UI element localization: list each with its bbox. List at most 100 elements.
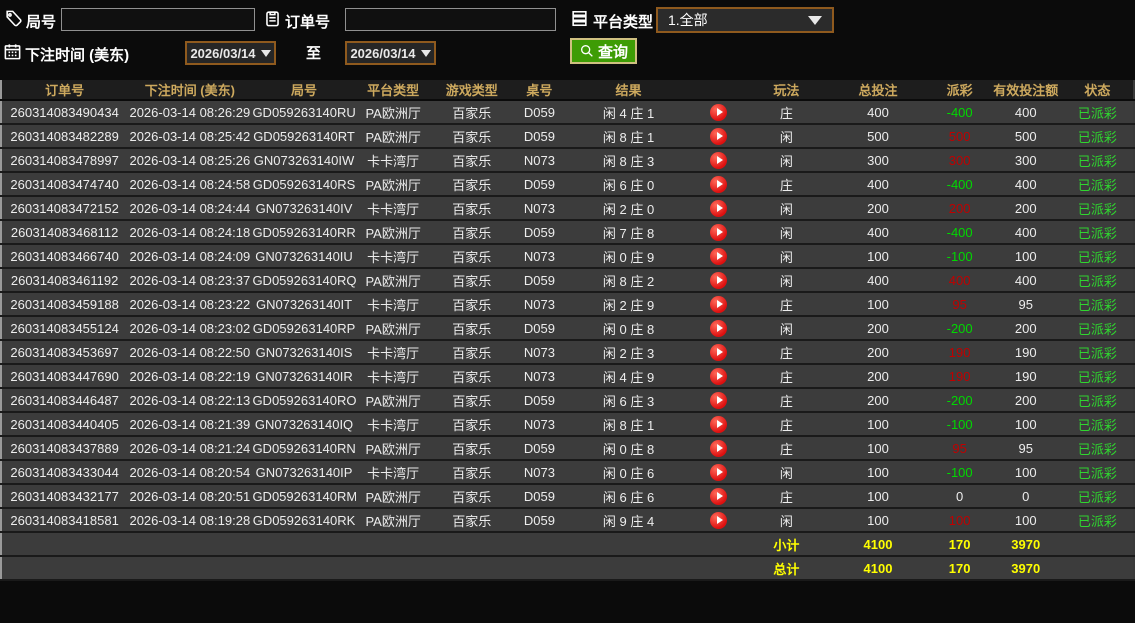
cell-game-type: 百家乐 [430, 340, 513, 365]
cell-video [691, 244, 747, 269]
cell-game-type: 百家乐 [430, 148, 513, 173]
cell-bet-option: 庄 [746, 412, 827, 437]
cell-platform-type: PA欧洲厅 [355, 220, 431, 245]
subtotal-cell-total-bet: 4100 [826, 532, 930, 557]
cell-game-type: 百家乐 [430, 460, 513, 485]
cell-platform-type: PA欧洲厅 [355, 124, 431, 149]
play-icon [716, 348, 723, 356]
play-video-button[interactable] [710, 511, 728, 529]
grand-total-cell-platform-type [355, 556, 431, 581]
cell-platform-type: PA欧洲厅 [355, 436, 431, 461]
cell-bet-time: 2026-03-14 08:22:13 [127, 388, 253, 413]
grand-total-cell-round-no [252, 556, 356, 581]
play-video-button[interactable] [710, 367, 728, 385]
cell-payout: -200 [929, 316, 990, 341]
play-video-button[interactable] [710, 103, 728, 121]
play-video-button[interactable] [710, 151, 728, 169]
cell-bet-time: 2026-03-14 08:22:19 [127, 364, 253, 389]
play-icon [716, 252, 723, 260]
cell-platform-type: 卡卡湾厅 [355, 412, 431, 437]
play-video-button[interactable] [710, 199, 728, 217]
col-header-status: 状态 [1061, 80, 1134, 101]
subtotal-cell-payout: 170 [929, 532, 990, 557]
cell-total-bet: 200 [826, 196, 930, 221]
cell-result: 闲 8 庄 1 [565, 124, 692, 149]
cell-valid-bet: 400 [989, 220, 1062, 245]
cell-total-bet: 200 [826, 340, 930, 365]
play-video-button[interactable] [710, 223, 728, 241]
cell-platform-type: 卡卡湾厅 [355, 340, 431, 365]
cell-result: 闲 0 庄 9 [565, 244, 692, 269]
cell-total-bet: 100 [826, 412, 930, 437]
cell-platform-type: PA欧洲厅 [355, 172, 431, 197]
grand-total-cell-bet-time [127, 556, 253, 581]
cell-total-bet: 400 [826, 220, 930, 245]
cell-payout: -100 [929, 244, 990, 269]
search-button[interactable]: 查询 [570, 38, 638, 64]
play-video-button[interactable] [710, 271, 728, 289]
platform-type-select[interactable]: 1.全部 [656, 7, 834, 33]
date-from-value: 2026/03/14 [190, 45, 256, 61]
cell-result: 闲 8 庄 3 [565, 148, 692, 173]
date-to-picker[interactable]: 2026/03/14 [345, 41, 436, 65]
cell-total-bet: 100 [826, 508, 930, 533]
play-video-button[interactable] [710, 175, 728, 193]
cell-status: 已派彩 [1061, 388, 1134, 413]
cell-bet-option: 闲 [746, 220, 827, 245]
cell-bet-time: 2026-03-14 08:25:42 [127, 124, 253, 149]
table-row: 260314083468112 2026-03-14 08:24:18 GD0592… [1, 220, 1134, 245]
cell-video [691, 364, 747, 389]
play-video-button[interactable] [710, 247, 728, 265]
round-no-label: 局号 [26, 14, 57, 31]
play-icon [716, 276, 723, 284]
subtotal-cell-bet-time [127, 532, 253, 557]
cell-bet-option: 闲 [746, 460, 827, 485]
cell-result: 闲 2 庄 0 [565, 196, 692, 221]
cell-platform-type: 卡卡湾厅 [355, 364, 431, 389]
play-icon [716, 228, 723, 236]
bet-time-label: 下注时间 (美东) [25, 47, 130, 64]
play-video-button[interactable] [710, 343, 728, 361]
play-video-button[interactable] [710, 415, 728, 433]
cell-payout: -200 [929, 388, 990, 413]
cell-order-no: 260314083482289 [1, 124, 128, 149]
play-video-button[interactable] [710, 439, 728, 457]
play-video-button[interactable] [710, 391, 728, 409]
cell-table-no: N073 [512, 340, 566, 365]
play-video-button[interactable] [710, 295, 728, 313]
cell-result: 闲 4 庄 1 [565, 100, 692, 125]
order-no-input[interactable] [345, 8, 556, 31]
cell-round-no: GN073263140IS [252, 340, 356, 365]
cell-total-bet: 200 [826, 388, 930, 413]
cell-result: 闲 0 庄 8 [565, 316, 692, 341]
round-no-input[interactable] [61, 8, 255, 31]
cell-bet-time: 2026-03-14 08:24:09 [127, 244, 253, 269]
cell-game-type: 百家乐 [430, 484, 513, 509]
cell-table-no: N073 [512, 412, 566, 437]
table-row: 260314083461192 2026-03-14 08:23:37 GD0592… [1, 268, 1134, 293]
cell-status: 已派彩 [1061, 148, 1134, 173]
table-row: 260314083447690 2026-03-14 08:22:19 GN0732… [1, 364, 1134, 389]
cell-valid-bet: 0 [989, 484, 1062, 509]
cell-video [691, 172, 747, 197]
table-row: 260314083437889 2026-03-14 08:21:24 GD0592… [1, 436, 1134, 461]
subtotal-cell-valid-bet: 3970 [989, 532, 1062, 557]
cell-game-type: 百家乐 [430, 316, 513, 341]
play-video-button[interactable] [710, 487, 728, 505]
cell-result: 闲 2 庄 3 [565, 340, 692, 365]
play-icon [716, 180, 723, 188]
date-from-picker[interactable]: 2026/03/14 [185, 41, 276, 65]
play-video-button[interactable] [710, 127, 728, 145]
cell-status: 已派彩 [1061, 412, 1134, 437]
cell-valid-bet: 400 [989, 268, 1062, 293]
cell-bet-option: 庄 [746, 340, 827, 365]
play-video-button[interactable] [710, 319, 728, 337]
cell-video [691, 508, 747, 533]
cell-result: 闲 4 庄 9 [565, 364, 692, 389]
play-video-button[interactable] [710, 463, 728, 481]
cell-order-no: 260314083478997 [1, 148, 128, 173]
cell-bet-time: 2026-03-14 08:23:22 [127, 292, 253, 317]
cell-valid-bet: 100 [989, 460, 1062, 485]
col-header-table-no: 桌号 [512, 80, 566, 101]
cell-payout: -400 [929, 172, 990, 197]
